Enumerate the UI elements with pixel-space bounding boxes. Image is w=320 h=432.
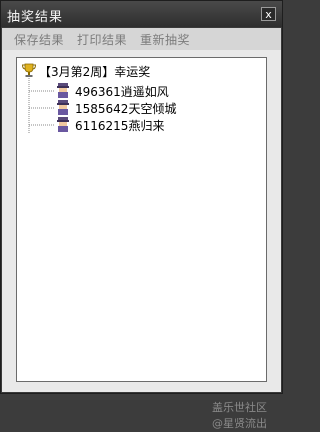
lottery-result-window: 抽奖结果 x 保存结果 打印结果 重新抽奖 【3月第2周】幸运奖 496361逍… — [0, 0, 283, 430]
redraw-button[interactable]: 重新抽奖 — [140, 31, 190, 48]
watermark: 盖乐世社区 @星贤流出 — [212, 400, 267, 432]
user-avatar-icon — [57, 100, 69, 115]
close-icon: x — [265, 8, 272, 21]
trophy-icon — [21, 63, 37, 77]
winner-name: 1585642天空倾城 — [75, 102, 177, 116]
winner-name: 6116215燕归来 — [75, 119, 165, 133]
content-panel: 【3月第2周】幸运奖 496361逍遥如风 1585642天空倾城 611621… — [2, 50, 281, 430]
window-title: 抽奖结果 — [7, 10, 64, 25]
watermark-line-1: 盖乐世社区 — [212, 401, 267, 414]
result-tree[interactable]: 【3月第2周】幸运奖 496361逍遥如风 1585642天空倾城 611621… — [16, 57, 267, 382]
winner-list-item[interactable]: 6116215燕归来 — [17, 116, 257, 133]
winner-name: 496361逍遥如风 — [75, 85, 169, 99]
save-results-button[interactable]: 保存结果 — [14, 31, 64, 48]
tree-branch-line — [29, 107, 55, 109]
tree-root-label: 【3月第2周】幸运奖 — [39, 65, 151, 79]
winner-list-item[interactable]: 496361逍遥如风 — [17, 82, 257, 99]
close-button[interactable]: x — [261, 7, 276, 21]
watermark-line-2: @星贤流出 — [212, 417, 267, 430]
tree-branch-line — [29, 90, 55, 92]
toolbar: 保存结果 打印结果 重新抽奖 — [2, 28, 281, 51]
user-avatar-icon — [57, 117, 69, 132]
print-results-button[interactable]: 打印结果 — [77, 31, 127, 48]
user-avatar-icon — [57, 83, 69, 98]
tree-branch-line — [29, 124, 55, 126]
title-bar[interactable]: 抽奖结果 x — [1, 1, 282, 27]
winner-list-item[interactable]: 1585642天空倾城 — [17, 99, 257, 116]
